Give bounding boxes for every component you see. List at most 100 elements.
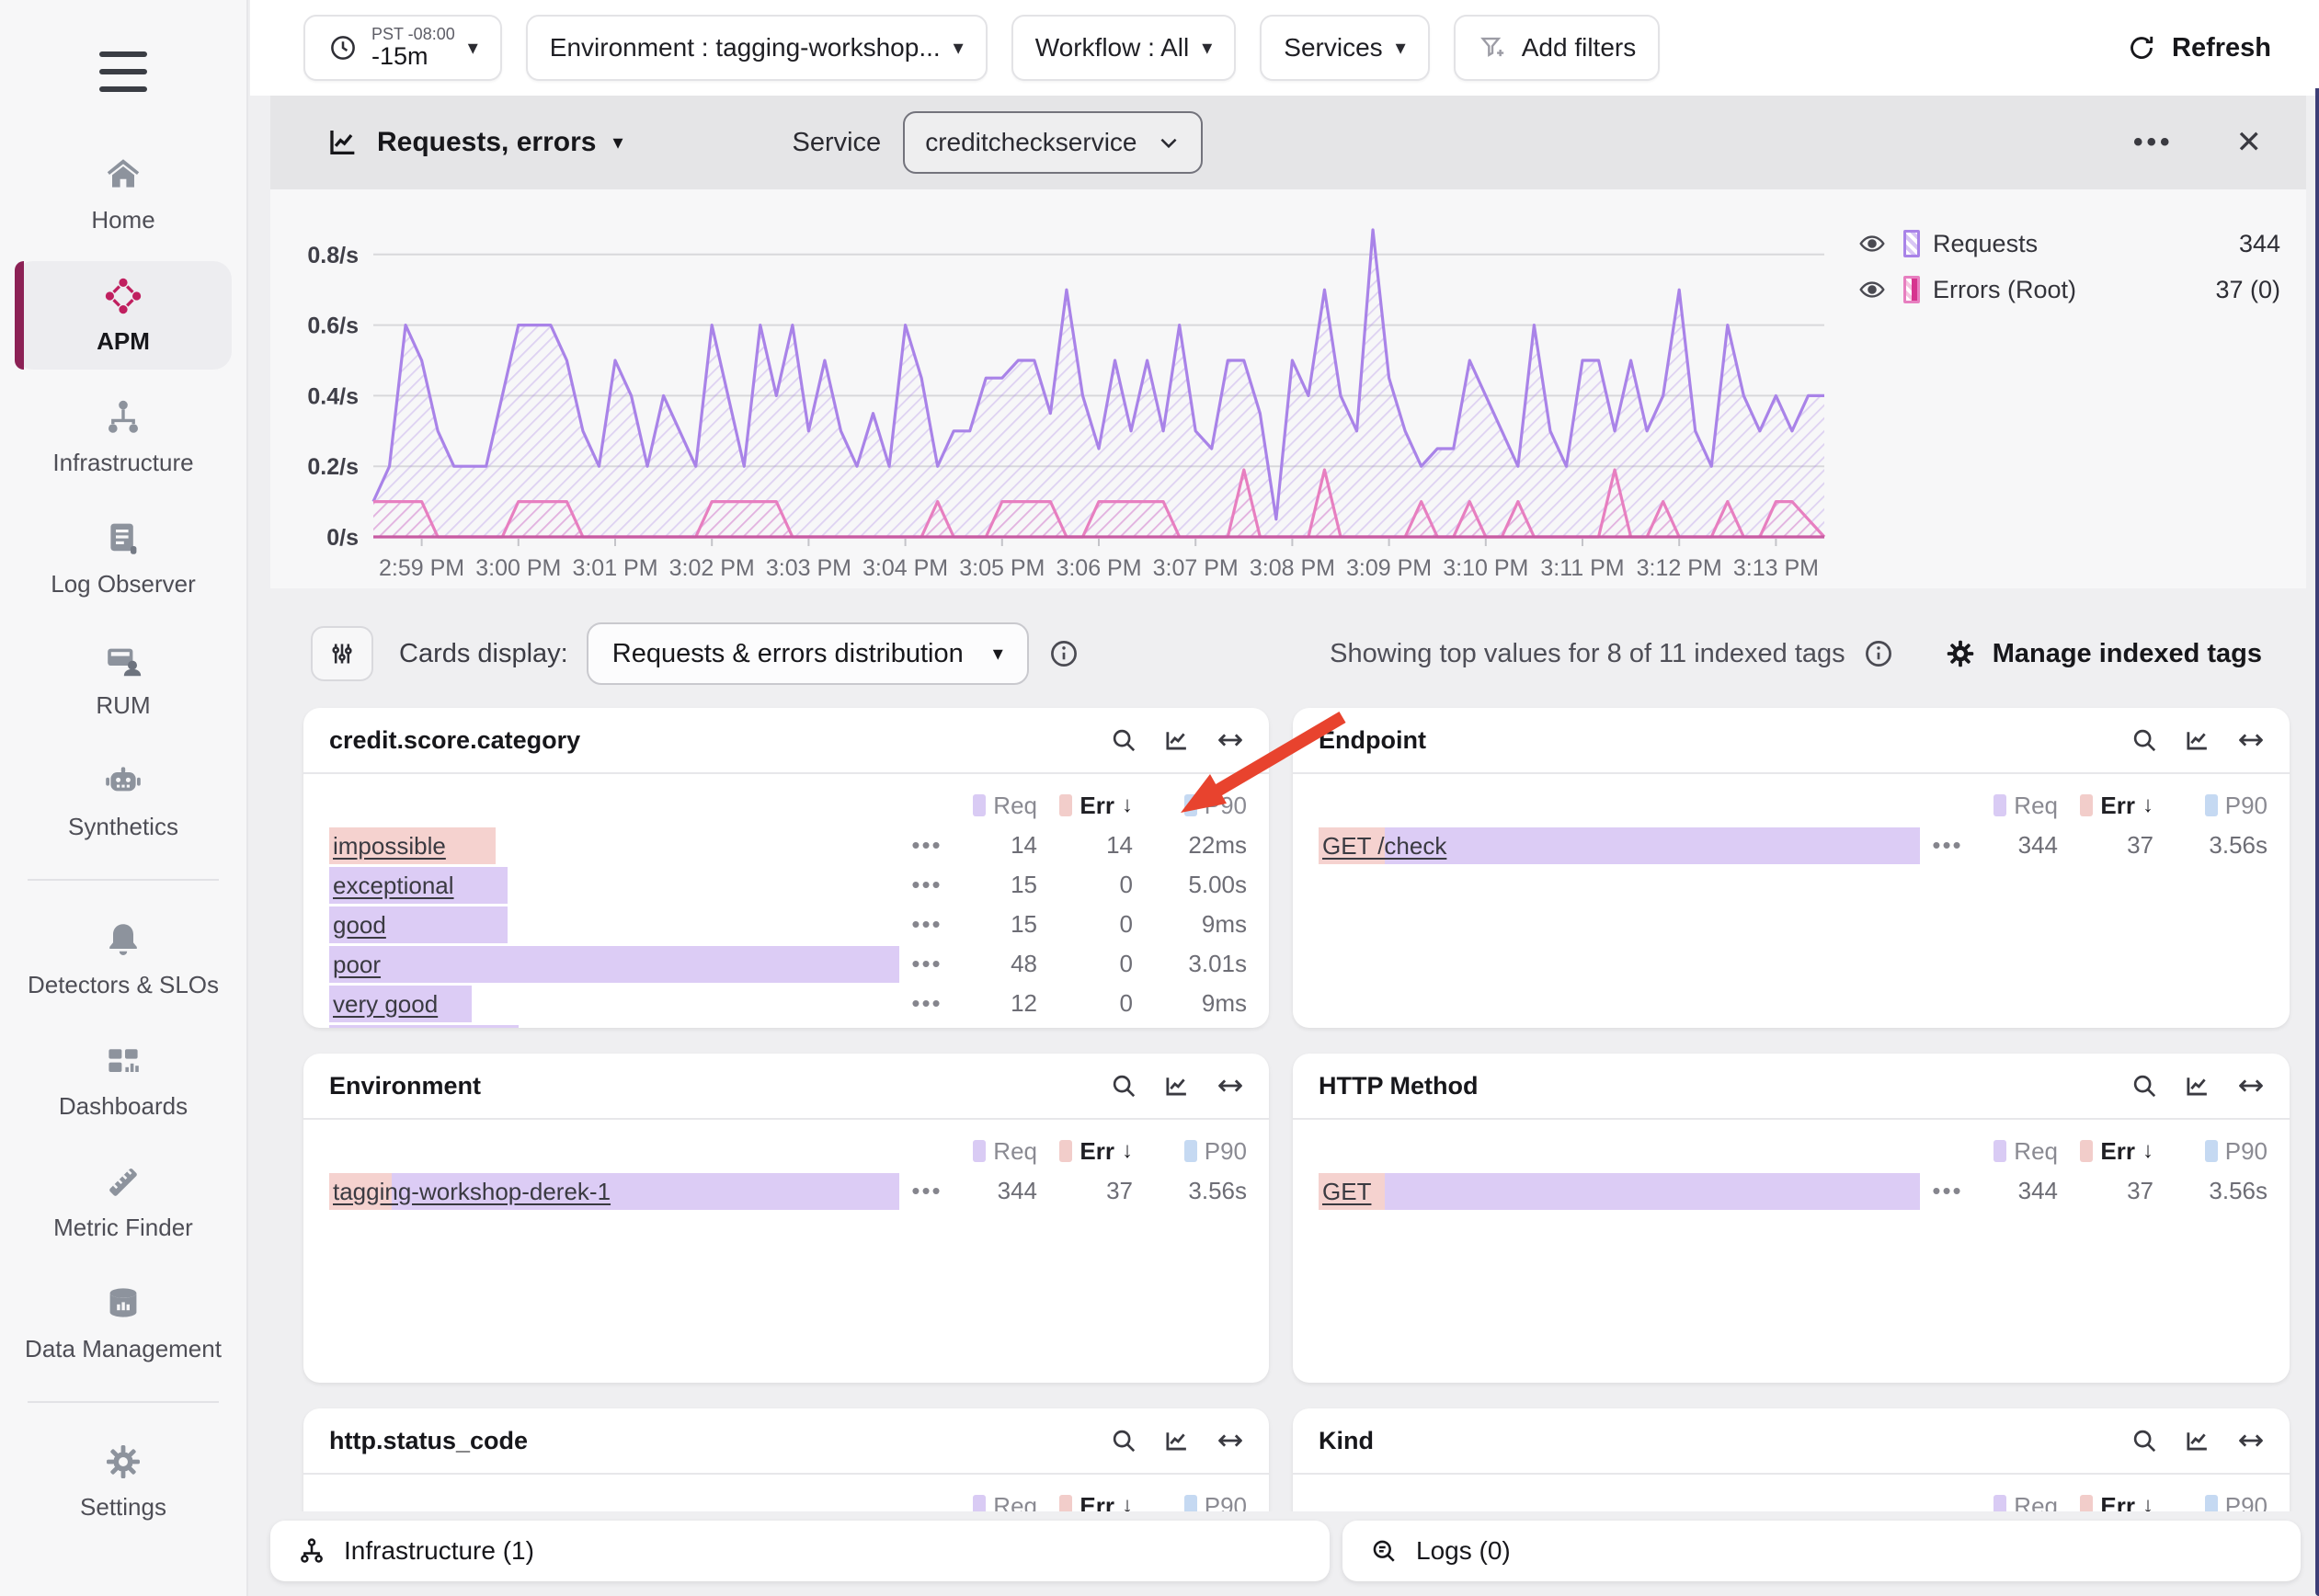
req-value: 344 bbox=[1975, 1177, 2058, 1205]
req-swatch bbox=[1993, 794, 2006, 816]
expand-horizontal-icon[interactable] bbox=[1216, 1426, 1245, 1455]
infrastructure-icon bbox=[101, 395, 145, 439]
search-icon[interactable] bbox=[2130, 1071, 2159, 1100]
search-icon[interactable] bbox=[1109, 1071, 1138, 1100]
search-icon[interactable] bbox=[1109, 1426, 1138, 1455]
column-p90[interactable]: P90 bbox=[2153, 1137, 2268, 1166]
svg-text:3:01 PM: 3:01 PM bbox=[572, 555, 657, 581]
chart-panel-header: Requests, errors ▾ Service creditcheckse… bbox=[270, 96, 2306, 189]
row-more-options[interactable]: ••• bbox=[1920, 831, 1975, 860]
legend-swatch-requests bbox=[1903, 230, 1920, 257]
column-err-sorted[interactable]: Err↓ bbox=[1037, 1137, 1133, 1166]
sidebar-item-home[interactable]: Home bbox=[15, 140, 232, 248]
search-icon[interactable] bbox=[2130, 1426, 2159, 1455]
eye-icon[interactable] bbox=[1857, 275, 1887, 304]
column-err-sorted[interactable]: Err↓ bbox=[2058, 792, 2153, 820]
row-more-options[interactable]: ••• bbox=[899, 950, 954, 978]
workflow-filter[interactable]: Workflow : All▾ bbox=[1011, 15, 1237, 81]
tag-value-link[interactable]: GET /check bbox=[1319, 832, 1446, 860]
sidebar-item-metric-finder[interactable]: Metric Finder bbox=[15, 1147, 232, 1256]
chart-icon[interactable] bbox=[1162, 1071, 1192, 1100]
row-more-options[interactable]: ••• bbox=[899, 871, 954, 899]
req-value: 344 bbox=[1975, 831, 2058, 860]
metric-selector-dropdown[interactable]: Requests, errors ▾ bbox=[326, 125, 623, 160]
chart-icon[interactable] bbox=[1162, 1426, 1192, 1455]
environment-filter[interactable]: Environment : tagging-workshop...▾ bbox=[526, 15, 988, 81]
column-req[interactable]: Req bbox=[899, 792, 1037, 820]
row-more-options[interactable]: ••• bbox=[899, 1177, 954, 1205]
cards-display-select[interactable]: Requests & errors distribution ▾ bbox=[587, 622, 1029, 685]
err-swatch bbox=[2080, 794, 2093, 816]
column-err-sorted[interactable]: Err↓ bbox=[2058, 1137, 2153, 1166]
tag-value-link[interactable]: tagging-workshop-derek-1 bbox=[329, 1178, 611, 1205]
chart-icon[interactable] bbox=[2183, 725, 2212, 755]
err-swatch bbox=[1059, 1140, 1072, 1162]
sidebar-item-apm[interactable]: APM bbox=[15, 261, 232, 370]
chart-icon[interactable] bbox=[2183, 1071, 2212, 1100]
search-icon[interactable] bbox=[1109, 725, 1138, 755]
row-more-options[interactable]: ••• bbox=[1920, 1177, 1975, 1205]
svg-text:3:08 PM: 3:08 PM bbox=[1250, 555, 1335, 581]
tag-value-link[interactable]: good bbox=[329, 911, 386, 939]
row-more-options[interactable]: ••• bbox=[899, 910, 954, 939]
refresh-button[interactable]: Refresh bbox=[2126, 32, 2271, 63]
chevron-down-icon: ▾ bbox=[954, 36, 964, 60]
row-more-options[interactable]: ••• bbox=[899, 831, 954, 860]
home-icon bbox=[101, 153, 145, 197]
chart-icon[interactable] bbox=[1162, 725, 1192, 755]
close-panel-button[interactable]: ✕ bbox=[2236, 124, 2263, 161]
sidebar-item-log-observer[interactable]: Log Observer bbox=[15, 504, 232, 612]
expand-horizontal-icon[interactable] bbox=[2236, 725, 2266, 755]
sidebar-item-infrastructure[interactable]: Infrastructure bbox=[15, 382, 232, 491]
filter-label: Services bbox=[1284, 33, 1382, 63]
services-filter[interactable]: Services▾ bbox=[1260, 15, 1429, 81]
card-settings-button[interactable] bbox=[311, 626, 373, 681]
infrastructure-button[interactable]: Infrastructure (1) bbox=[270, 1521, 1330, 1581]
sidebar-item-data-management[interactable]: Data Management bbox=[15, 1269, 232, 1377]
sidebar: Home APM Infrastructure Log Observer RUM Synt… bbox=[0, 0, 248, 1596]
search-icon[interactable] bbox=[2130, 725, 2159, 755]
info-icon[interactable] bbox=[1047, 637, 1080, 670]
more-options-button[interactable]: ••• bbox=[2133, 127, 2174, 158]
add-filters-button[interactable]: Add filters bbox=[1454, 15, 1661, 81]
sidebar-item-detectors-slos[interactable]: Detectors & SLOs bbox=[15, 905, 232, 1013]
tag-value-link[interactable]: GET bbox=[1319, 1178, 1371, 1205]
time-picker[interactable]: PST -08:00 -15m ▾ bbox=[303, 15, 502, 81]
distribution-bar-zone: GET /check bbox=[1319, 827, 1920, 864]
sidebar-item-synthetics[interactable]: Synthetics bbox=[15, 747, 232, 855]
expand-horizontal-icon[interactable] bbox=[1216, 725, 1245, 755]
logs-button[interactable]: Logs (0) bbox=[1342, 1521, 2301, 1581]
sidebar-item-label: Settings bbox=[80, 1493, 166, 1521]
expand-horizontal-icon[interactable] bbox=[1216, 1071, 1245, 1100]
expand-horizontal-icon[interactable] bbox=[2236, 1071, 2266, 1100]
topbar: PST -08:00 -15m ▾ Environment : tagging-… bbox=[250, 0, 2319, 96]
column-err-sorted[interactable]: Err↓ bbox=[1037, 792, 1133, 820]
apm-tag-spotlight-page: Home APM Infrastructure Log Observer RUM Synt… bbox=[0, 0, 2319, 1596]
column-req[interactable]: Req bbox=[899, 1137, 1037, 1166]
service-select[interactable]: creditcheckservice bbox=[903, 111, 1203, 174]
column-req[interactable]: Req bbox=[1920, 1137, 2058, 1166]
requests-errors-chart: 0/s0.2/s0.4/s0.6/s0.8/s2:59 PM3:00 PM3:0… bbox=[270, 189, 2306, 588]
manage-indexed-tags-button[interactable]: Manage indexed tags bbox=[1943, 636, 2262, 671]
info-icon[interactable] bbox=[1862, 637, 1895, 670]
sliders-icon bbox=[326, 638, 358, 669]
tag-value-link[interactable]: impossible bbox=[329, 832, 446, 860]
row-more-options[interactable]: ••• bbox=[899, 989, 954, 1018]
column-p90[interactable]: P90 bbox=[2153, 792, 2268, 820]
sidebar-item-rum[interactable]: RUM bbox=[15, 625, 232, 734]
column-p90[interactable]: P90 bbox=[1133, 1137, 1247, 1166]
expand-horizontal-icon[interactable] bbox=[2236, 1426, 2266, 1455]
eye-icon[interactable] bbox=[1857, 229, 1887, 258]
tag-value-link[interactable]: very good bbox=[329, 990, 438, 1018]
chart-icon[interactable] bbox=[2183, 1426, 2212, 1455]
tag-value-link[interactable]: exceptional bbox=[329, 872, 454, 899]
tag-value-link[interactable]: poor bbox=[329, 951, 381, 978]
column-p90[interactable]: P90 bbox=[1133, 792, 1247, 820]
req-value: 14 bbox=[954, 831, 1037, 860]
p90-swatch bbox=[2205, 1140, 2218, 1162]
hamburger-menu-icon[interactable] bbox=[99, 51, 147, 92]
sidebar-item-dashboards[interactable]: Dashboards bbox=[15, 1026, 232, 1134]
svg-text:3:12 PM: 3:12 PM bbox=[1637, 555, 1722, 581]
column-req[interactable]: Req bbox=[1920, 792, 2058, 820]
sidebar-item-settings[interactable]: Settings bbox=[15, 1427, 232, 1535]
